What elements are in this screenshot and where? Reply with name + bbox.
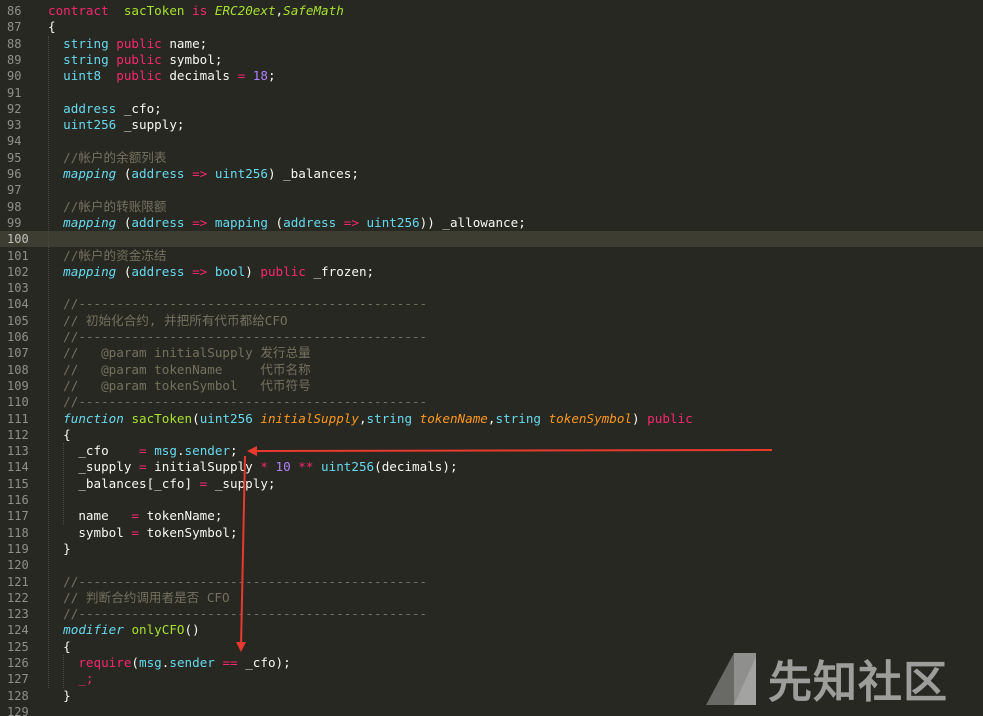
code-editor[interactable]: 86 87 88 89 90 91 92 93 94 95 96 97 98 99 100 101 102 103… bbox=[0, 0, 983, 716]
annotation-arrows bbox=[236, 445, 773, 652]
arrow-to-onlycfo bbox=[236, 455, 247, 652]
watermark: 先知社区 bbox=[704, 648, 948, 708]
watermark-text: 先知社区 bbox=[768, 657, 948, 708]
xianzhi-logo-icon bbox=[706, 653, 756, 705]
arrow-to-msg-sender bbox=[247, 445, 773, 456]
